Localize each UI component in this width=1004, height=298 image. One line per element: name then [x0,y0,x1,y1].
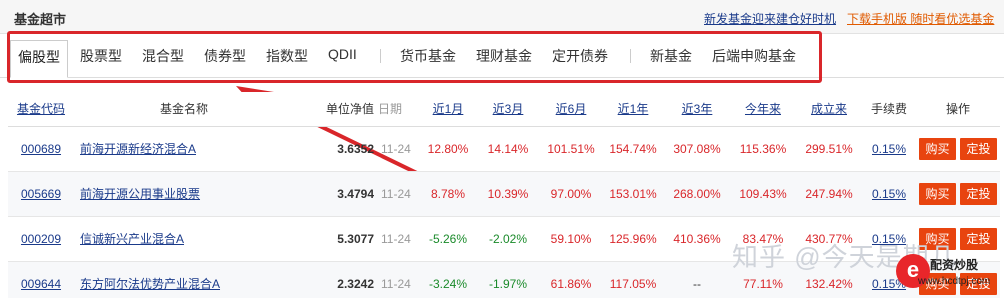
fund-name-link[interactable]: 前海开源新经济混合A [74,126,294,172]
col-header-fee: 手续费 [862,92,916,127]
return-1m: -3.24% [420,261,476,298]
return-6m: 61.86% [540,261,602,298]
fund-date: 11-24 [378,261,420,298]
return-3m: 14.14% [476,126,540,172]
return-ytd: 115.36% [730,126,796,172]
col-header-nav: 单位净值 [294,92,378,127]
invest-plan-button[interactable]: 定投 [960,182,997,205]
fund-name-link[interactable]: 前海开源公用事业股票 [74,171,294,217]
return-3y: 307.08% [664,126,730,172]
col-header-1y[interactable]: 近1年 [602,92,664,127]
ops-cell: 购买 定投 [916,126,1000,172]
return-1y: 153.01% [602,171,664,217]
table-row: 000689 前海开源新经济混合A 3.6352 11-24 12.80% 14… [8,126,1000,172]
return-3m: -1.97% [476,261,540,298]
return-1m: -5.26% [420,216,476,262]
fund-name-link[interactable]: 信诚新兴产业混合A [74,216,294,262]
return-6m: 59.10% [540,216,602,262]
col-header-since-inception[interactable]: 成立来 [796,92,862,127]
col-header-ytd[interactable]: 今年来 [730,92,796,127]
buy-button[interactable]: 购买 [919,182,956,205]
return-6m: 101.51% [540,126,602,172]
invest-plan-button[interactable]: 定投 [960,137,997,160]
buy-button[interactable]: 购买 [919,137,956,160]
badge-title: 配资炒股 [930,258,979,272]
return-1y: 117.05% [602,261,664,298]
col-header-ops: 操作 [916,92,1000,127]
fund-date: 11-24 [378,126,420,172]
col-header-6m[interactable]: 近6月 [540,92,602,127]
fee-link[interactable]: 0.15% [862,171,916,217]
return-1y: 154.74% [602,126,664,172]
return-since-inception: 299.51% [796,126,862,172]
return-3y: 268.00% [664,171,730,217]
col-header-3y[interactable]: 近3年 [664,92,730,127]
col-header-code[interactable]: 基金代码 [8,92,74,127]
fund-nav: 3.6352 [294,126,378,172]
return-3y: 410.36% [664,216,730,262]
fund-name-link[interactable]: 东方阿尔法优势产业混合A [74,261,294,298]
col-header-name: 基金名称 [74,92,294,127]
badge-url: www.hcdtpj.com [918,276,991,287]
fund-code-link[interactable]: 000209 [8,216,74,262]
col-header-1m[interactable]: 近1月 [420,92,476,127]
fee-link[interactable]: 0.15% [862,126,916,172]
return-1m: 8.78% [420,171,476,217]
return-1y: 125.96% [602,216,664,262]
return-3m: 10.39% [476,171,540,217]
return-6m: 97.00% [540,171,602,217]
fund-date: 11-24 [378,216,420,262]
table-header-row: 基金代码 基金名称 单位净值 日期 近1月 近3月 近6月 近1年 近3年 今年… [8,92,1000,127]
return-3m: -2.02% [476,216,540,262]
fund-nav: 2.3242 [294,261,378,298]
fund-date: 11-24 [378,171,420,217]
watermark-badge: e 配资炒股 www.hcdtpj.com [890,240,990,294]
ops-cell: 购买 定投 [916,171,1000,217]
table-row: 005669 前海开源公用事业股票 3.4794 11-24 8.78% 10.… [8,171,1000,217]
fund-code-link[interactable]: 000689 [8,126,74,172]
return-ytd: 109.43% [730,171,796,217]
fund-code-link[interactable]: 005669 [8,171,74,217]
fund-nav: 3.4794 [294,171,378,217]
return-1m: 12.80% [420,126,476,172]
fund-nav: 5.3077 [294,216,378,262]
fund-code-link[interactable]: 009644 [8,261,74,298]
col-header-date: 日期 [378,92,420,127]
return-3y: -- [664,261,730,298]
return-since-inception: 247.94% [796,171,862,217]
col-header-3m[interactable]: 近3月 [476,92,540,127]
